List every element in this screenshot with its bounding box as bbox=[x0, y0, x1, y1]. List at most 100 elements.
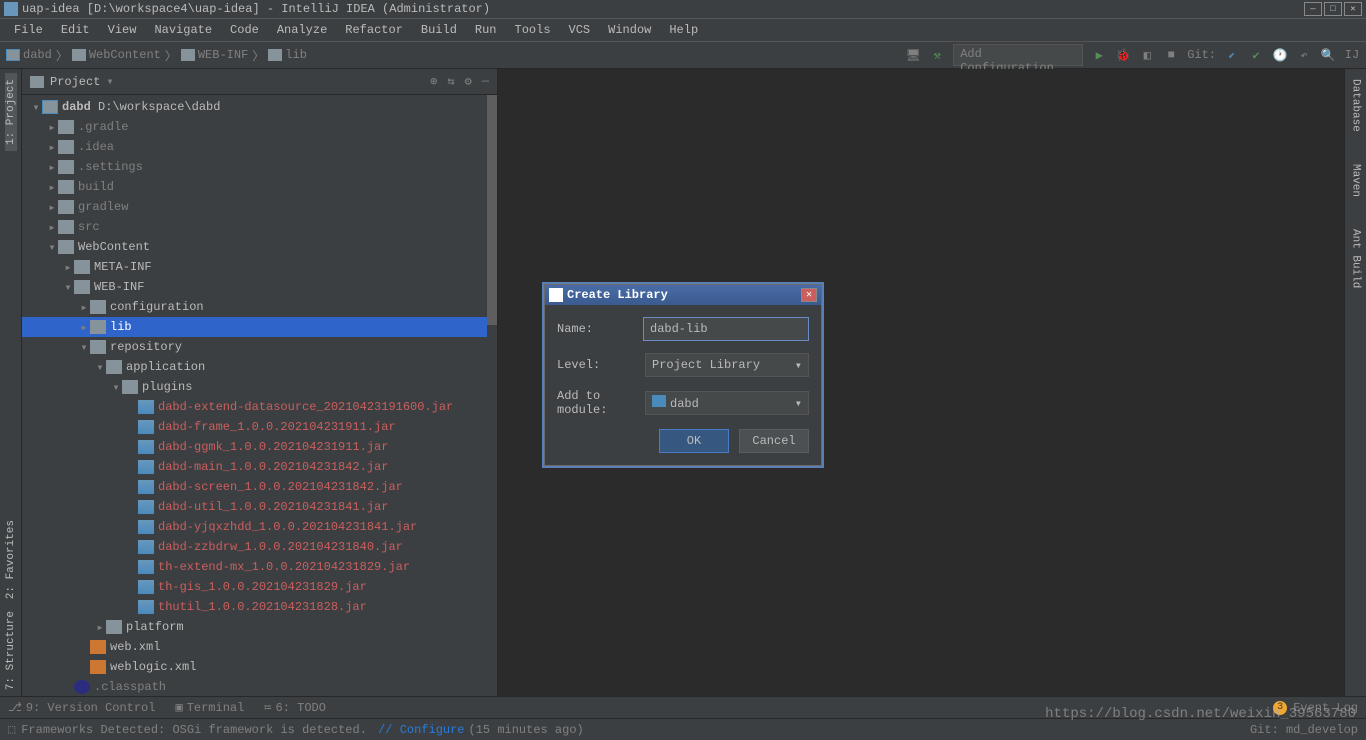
scrollbar[interactable] bbox=[487, 95, 497, 696]
gear-icon[interactable]: ⚙ bbox=[465, 74, 472, 89]
menu-help[interactable]: Help bbox=[661, 21, 706, 39]
tree-jar[interactable]: dabd-main_1.0.0.202104231842.jar bbox=[22, 457, 497, 477]
tab-ant[interactable]: Ant Build bbox=[1350, 223, 1362, 294]
target-icon[interactable]: ⊕ bbox=[430, 74, 437, 89]
revert-icon[interactable]: ↶ bbox=[1296, 47, 1312, 63]
scrollbar-thumb[interactable] bbox=[487, 95, 497, 325]
folder-icon bbox=[74, 280, 90, 294]
dialog-titlebar[interactable]: Create Library ✕ bbox=[545, 285, 821, 305]
debug-icon[interactable]: 🐞 bbox=[1115, 47, 1131, 63]
menu-run[interactable]: Run bbox=[467, 21, 505, 39]
tree-folder[interactable]: ▾application bbox=[22, 357, 497, 377]
ide-icon[interactable]: IJ bbox=[1344, 47, 1360, 63]
name-input[interactable] bbox=[643, 317, 809, 341]
menu-build[interactable]: Build bbox=[413, 21, 465, 39]
commit-icon[interactable]: ✔ bbox=[1248, 47, 1264, 63]
tree-jar[interactable]: dabd-ggmk_1.0.0.202104231911.jar bbox=[22, 437, 497, 457]
tree-jar[interactable]: th-extend-mx_1.0.0.202104231829.jar bbox=[22, 557, 497, 577]
tab-maven[interactable]: Maven bbox=[1350, 158, 1362, 203]
menu-code[interactable]: Code bbox=[222, 21, 267, 39]
tree-folder[interactable]: ▾repository bbox=[22, 337, 497, 357]
tree-jar[interactable]: dabd-yjqxzhdd_1.0.0.202104231841.jar bbox=[22, 517, 497, 537]
device-icon[interactable]: 🖥 bbox=[905, 47, 921, 63]
menu-file[interactable]: File bbox=[6, 21, 51, 39]
tab-project[interactable]: 1: Project bbox=[5, 73, 17, 151]
tree-file[interactable]: weblogic.xml bbox=[22, 657, 497, 677]
tree-folder[interactable]: ▸.settings bbox=[22, 157, 497, 177]
menu-edit[interactable]: Edit bbox=[53, 21, 98, 39]
menu-view[interactable]: View bbox=[100, 21, 145, 39]
tree-jar[interactable]: dabd-extend-datasource_20210423191600.ja… bbox=[22, 397, 497, 417]
tree-jar[interactable]: dabd-util_1.0.0.202104231841.jar bbox=[22, 497, 497, 517]
folder-icon bbox=[268, 49, 282, 61]
stop-icon[interactable]: ■ bbox=[1163, 47, 1179, 63]
tree-file[interactable]: web.xml bbox=[22, 637, 497, 657]
breadcrumb-item[interactable]: dabd bbox=[6, 48, 52, 62]
tab-vcs[interactable]: ⎇ 9: Version Control bbox=[8, 700, 155, 715]
tree-jar[interactable]: dabd-frame_1.0.0.202104231911.jar bbox=[22, 417, 497, 437]
breadcrumb-item[interactable]: WEB-INF bbox=[181, 48, 248, 62]
tree-folder[interactable]: ▸build bbox=[22, 177, 497, 197]
menu-navigate[interactable]: Navigate bbox=[146, 21, 220, 39]
hide-icon[interactable]: — bbox=[482, 74, 489, 89]
tree-folder[interactable]: ▸platform bbox=[22, 617, 497, 637]
tree-jar[interactable]: thutil_1.0.0.202104231828.jar bbox=[22, 597, 497, 617]
breadcrumb-item[interactable]: lib bbox=[268, 48, 307, 62]
folder-icon bbox=[90, 340, 106, 354]
menu-refactor[interactable]: Refactor bbox=[337, 21, 411, 39]
coverage-icon[interactable]: ◧ bbox=[1139, 47, 1155, 63]
tree-folder[interactable]: ▸META-INF bbox=[22, 257, 497, 277]
dialog-title-text: Create Library bbox=[567, 288, 668, 302]
dialog-close-button[interactable]: ✕ bbox=[801, 288, 817, 302]
collapse-icon[interactable]: ⇆ bbox=[447, 74, 454, 89]
close-button[interactable]: ✕ bbox=[1344, 2, 1362, 16]
tab-database[interactable]: Database bbox=[1350, 73, 1362, 138]
cancel-button[interactable]: Cancel bbox=[739, 429, 809, 453]
name-label: Name: bbox=[557, 322, 643, 336]
tree-jar[interactable]: dabd-screen_1.0.0.202104231842.jar bbox=[22, 477, 497, 497]
status-git[interactable]: Git: md_develop bbox=[1250, 723, 1358, 737]
tree-folder-selected[interactable]: ▸lib bbox=[22, 317, 497, 337]
ok-button[interactable]: OK bbox=[659, 429, 729, 453]
project-tree[interactable]: ▾dabd D:\workspace\dabd ▸.gradle ▸.idea … bbox=[22, 95, 497, 696]
create-library-dialog: Create Library ✕ Name: Level: Project Li… bbox=[544, 284, 822, 466]
search-icon[interactable]: 🔍 bbox=[1320, 47, 1336, 63]
menu-window[interactable]: Window bbox=[600, 21, 659, 39]
level-select[interactable]: Project Library▾ bbox=[645, 353, 809, 377]
tree-folder[interactable]: ▸configuration bbox=[22, 297, 497, 317]
tree-folder[interactable]: ▸src bbox=[22, 217, 497, 237]
module-select[interactable]: dabd▾ bbox=[645, 391, 809, 415]
tree-jar[interactable]: dabd-zzbdrw_1.0.0.202104231840.jar bbox=[22, 537, 497, 557]
tree-file[interactable]: .classpath bbox=[22, 677, 497, 696]
breadcrumb-item[interactable]: WebContent bbox=[72, 48, 161, 62]
chevron-down-icon[interactable]: ▾ bbox=[106, 74, 113, 89]
update-icon[interactable]: ⬋ bbox=[1224, 47, 1240, 63]
tab-todo[interactable]: ≔ 6: TODO bbox=[264, 700, 326, 715]
tree-root[interactable]: ▾dabd D:\workspace\dabd bbox=[22, 97, 497, 117]
panel-header: Project ▾ ⊕ ⇆ ⚙ — bbox=[22, 69, 497, 95]
tree-jar[interactable]: th-gis_1.0.0.202104231829.jar bbox=[22, 577, 497, 597]
run-config-select[interactable]: Add Configuration... bbox=[953, 44, 1083, 66]
tree-folder[interactable]: ▸.gradle bbox=[22, 117, 497, 137]
tab-terminal[interactable]: ▣ Terminal bbox=[175, 700, 244, 715]
status-configure-link[interactable]: // Configure bbox=[371, 723, 465, 737]
module-icon bbox=[6, 49, 20, 61]
tab-structure[interactable]: 7: Structure bbox=[5, 605, 17, 696]
tree-folder[interactable]: ▾WebContent bbox=[22, 237, 497, 257]
tab-favorites[interactable]: 2: Favorites bbox=[5, 514, 17, 605]
tree-folder[interactable]: ▸.idea bbox=[22, 137, 497, 157]
minimize-button[interactable]: — bbox=[1304, 2, 1322, 16]
menu-analyze[interactable]: Analyze bbox=[269, 21, 335, 39]
jar-icon bbox=[138, 500, 154, 514]
hammer-icon[interactable]: ⚒ bbox=[929, 47, 945, 63]
menu-vcs[interactable]: VCS bbox=[561, 21, 599, 39]
history-icon[interactable]: 🕐 bbox=[1272, 47, 1288, 63]
maximize-button[interactable]: □ bbox=[1324, 2, 1342, 16]
tree-folder[interactable]: ▾WEB-INF bbox=[22, 277, 497, 297]
window-title: uap-idea [D:\workspace4\uap-idea] - Inte… bbox=[22, 2, 490, 16]
tree-folder[interactable]: ▸gradlew bbox=[22, 197, 497, 217]
tree-folder[interactable]: ▾plugins bbox=[22, 377, 497, 397]
run-icon[interactable]: ▶ bbox=[1091, 47, 1107, 63]
menu-tools[interactable]: Tools bbox=[507, 21, 559, 39]
xml-icon bbox=[90, 640, 106, 654]
